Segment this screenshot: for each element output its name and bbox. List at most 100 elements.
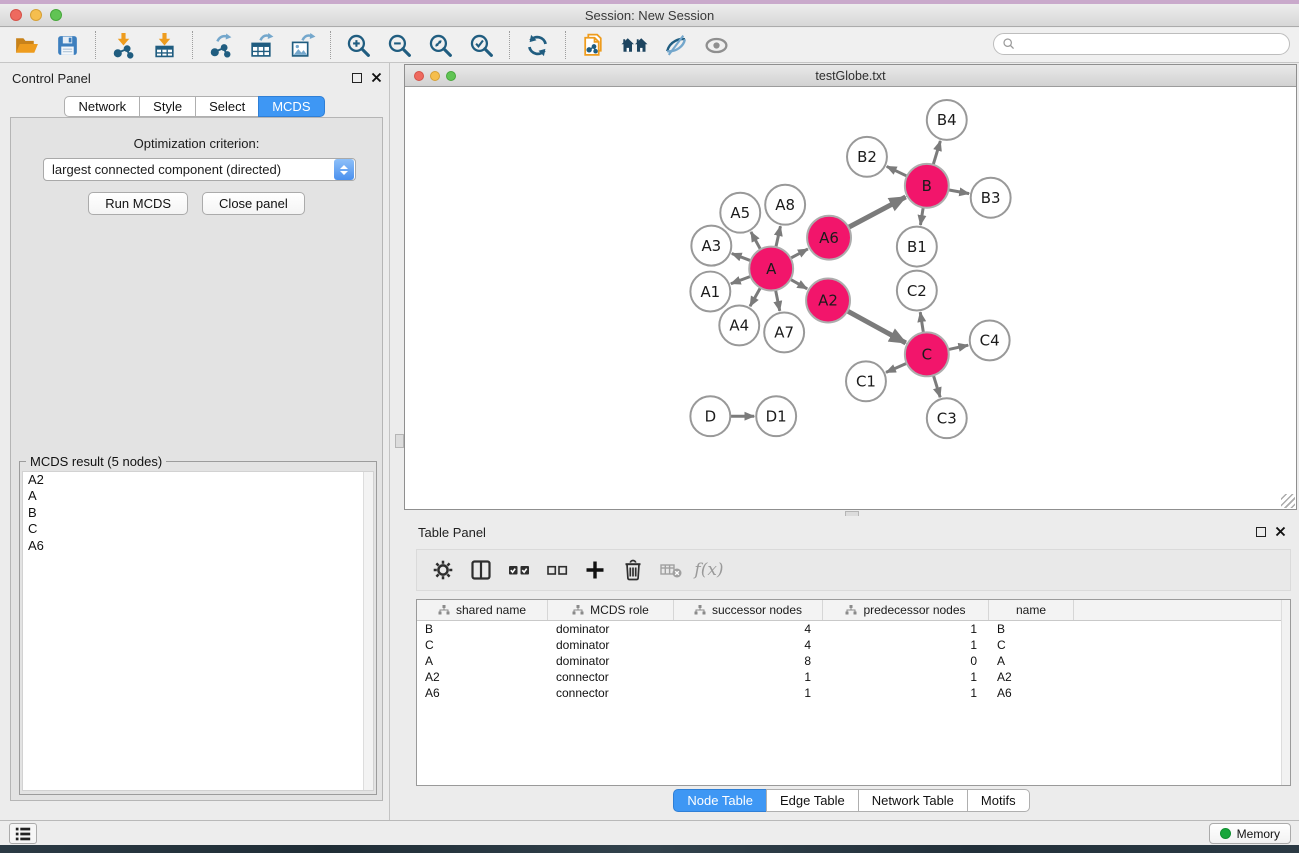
edge-B-B3[interactable] <box>948 190 969 194</box>
export-image-icon[interactable] <box>284 29 321 61</box>
edge-A-A6[interactable] <box>791 249 808 258</box>
result-node-item[interactable]: A <box>23 488 373 504</box>
edge-A-A1[interactable] <box>731 276 751 283</box>
graph-node-A6[interactable]: A6 <box>807 216 851 260</box>
import-table-icon[interactable] <box>146 29 183 61</box>
graph-node-C4[interactable]: C4 <box>970 320 1010 360</box>
graph-node-A4[interactable]: A4 <box>719 305 759 345</box>
table-row[interactable]: A2connector11A2 <box>417 669 1290 685</box>
mcds-result-list[interactable]: A2ABCA6 <box>22 471 374 791</box>
float-panel-icon[interactable] <box>352 73 362 83</box>
edge-A-A2[interactable] <box>790 279 807 288</box>
refresh-icon[interactable] <box>519 29 556 61</box>
edge-C-C1[interactable] <box>886 363 907 372</box>
network-overview-icon[interactable] <box>616 29 653 61</box>
edge-C-C2[interactable] <box>920 312 923 333</box>
column-header-successor-nodes[interactable]: successor nodes <box>674 600 823 620</box>
import-network-icon[interactable] <box>105 29 142 61</box>
column-header-name[interactable]: name <box>989 600 1074 620</box>
hide-details-icon[interactable] <box>657 29 694 61</box>
column-header-shared-name[interactable]: shared name <box>417 600 548 620</box>
graph-node-A8[interactable]: A8 <box>765 185 805 225</box>
result-node-item[interactable]: A2 <box>23 472 373 488</box>
tab-mcds[interactable]: MCDS <box>258 96 324 117</box>
graph-node-C[interactable]: C <box>905 332 949 376</box>
tab-select[interactable]: Select <box>195 96 259 117</box>
network-canvas[interactable]: B4B2BB3A8A5A6B1A3AA1C2A2A4A7C4CC1C3DD1 <box>405 87 1296 509</box>
edge-A6-B[interactable] <box>848 197 905 227</box>
graph-node-A5[interactable]: A5 <box>720 193 760 233</box>
copy-network-icon[interactable] <box>575 29 612 61</box>
close-panel-icon[interactable] <box>371 72 382 83</box>
edge-A-A3[interactable] <box>732 254 751 261</box>
run-mcds-button[interactable]: Run MCDS <box>88 192 188 215</box>
edge-A-A4[interactable] <box>750 288 760 307</box>
search-field[interactable] <box>993 33 1290 55</box>
edge-A-A5[interactable] <box>751 232 761 250</box>
graph-node-B[interactable]: B <box>905 164 949 208</box>
graph-node-B4[interactable]: B4 <box>927 100 967 140</box>
edge-A-A8[interactable] <box>776 226 781 247</box>
graph-node-D[interactable]: D <box>690 396 730 436</box>
network-window-titlebar[interactable]: testGlobe.txt <box>405 65 1296 87</box>
graph-node-A2[interactable]: A2 <box>806 279 850 323</box>
gear-icon[interactable] <box>425 552 461 588</box>
graph-node-B1[interactable]: B1 <box>897 227 937 267</box>
tab-motifs[interactable]: Motifs <box>967 789 1030 812</box>
open-file-icon[interactable] <box>8 29 45 61</box>
graph-node-B3[interactable]: B3 <box>971 178 1011 218</box>
select-all-icon[interactable] <box>501 552 537 588</box>
columns-icon[interactable] <box>463 552 499 588</box>
trash-icon[interactable] <box>615 552 651 588</box>
zoom-fit-icon[interactable] <box>422 29 459 61</box>
tab-edge-table[interactable]: Edge Table <box>766 789 859 812</box>
tab-style[interactable]: Style <box>139 96 196 117</box>
tab-network[interactable]: Network <box>64 96 140 117</box>
export-network-icon[interactable] <box>202 29 239 61</box>
table-float-panel-icon[interactable] <box>1256 527 1266 537</box>
close-panel-button[interactable]: Close panel <box>202 192 305 215</box>
vertical-splitter-handle[interactable] <box>395 434 404 448</box>
resize-grip-icon[interactable] <box>1281 494 1295 508</box>
edge-B-B2[interactable] <box>887 166 907 176</box>
result-scrollbar[interactable] <box>363 472 373 790</box>
save-session-icon[interactable] <box>49 29 86 61</box>
graph-node-A3[interactable]: A3 <box>691 226 731 266</box>
table-scrollbar[interactable] <box>1281 600 1290 785</box>
deselect-all-icon[interactable] <box>539 552 575 588</box>
export-table-icon[interactable] <box>243 29 280 61</box>
graph-node-C2[interactable]: C2 <box>897 271 937 311</box>
tab-network-table[interactable]: Network Table <box>858 789 968 812</box>
graph-node-B2[interactable]: B2 <box>847 137 887 177</box>
memory-button[interactable]: Memory <box>1209 823 1291 844</box>
result-node-item[interactable]: C <box>23 521 373 537</box>
zoom-out-icon[interactable] <box>381 29 418 61</box>
result-node-item[interactable]: A6 <box>23 538 373 554</box>
table-row[interactable]: Adominator80A <box>417 653 1290 669</box>
column-header-predecessor-nodes[interactable]: predecessor nodes <box>823 600 989 620</box>
delete-table-icon[interactable] <box>653 552 689 588</box>
result-node-item[interactable]: B <box>23 505 373 521</box>
show-details-icon[interactable] <box>698 29 735 61</box>
zoom-selected-icon[interactable] <box>463 29 500 61</box>
node-table[interactable]: shared nameMCDS rolesuccessor nodesprede… <box>416 599 1291 786</box>
graph-node-C1[interactable]: C1 <box>846 361 886 401</box>
table-row[interactable]: Bdominator41B <box>417 621 1290 637</box>
edge-C-C3[interactable] <box>933 375 940 397</box>
edge-B-B1[interactable] <box>920 207 923 225</box>
zoom-in-icon[interactable] <box>340 29 377 61</box>
network-graph[interactable]: B4B2BB3A8A5A6B1A3AA1C2A2A4A7C4CC1C3DD1 <box>405 87 1296 509</box>
table-row[interactable]: Cdominator41C <box>417 637 1290 653</box>
task-history-button[interactable] <box>9 823 37 844</box>
search-input[interactable] <box>1021 37 1281 52</box>
table-close-panel-icon[interactable] <box>1275 526 1286 537</box>
edge-B-B4[interactable] <box>933 141 940 165</box>
table-row[interactable]: A6connector11A6 <box>417 685 1290 701</box>
graph-node-D1[interactable]: D1 <box>756 396 796 436</box>
fx-icon[interactable]: f(x) <box>691 552 727 588</box>
criterion-dropdown[interactable]: largest connected component (directed) <box>43 158 356 181</box>
add-column-icon[interactable] <box>577 552 613 588</box>
edge-A-A7[interactable] <box>776 290 780 311</box>
column-header-MCDS-role[interactable]: MCDS role <box>548 600 674 620</box>
graph-node-A[interactable]: A <box>749 247 793 291</box>
